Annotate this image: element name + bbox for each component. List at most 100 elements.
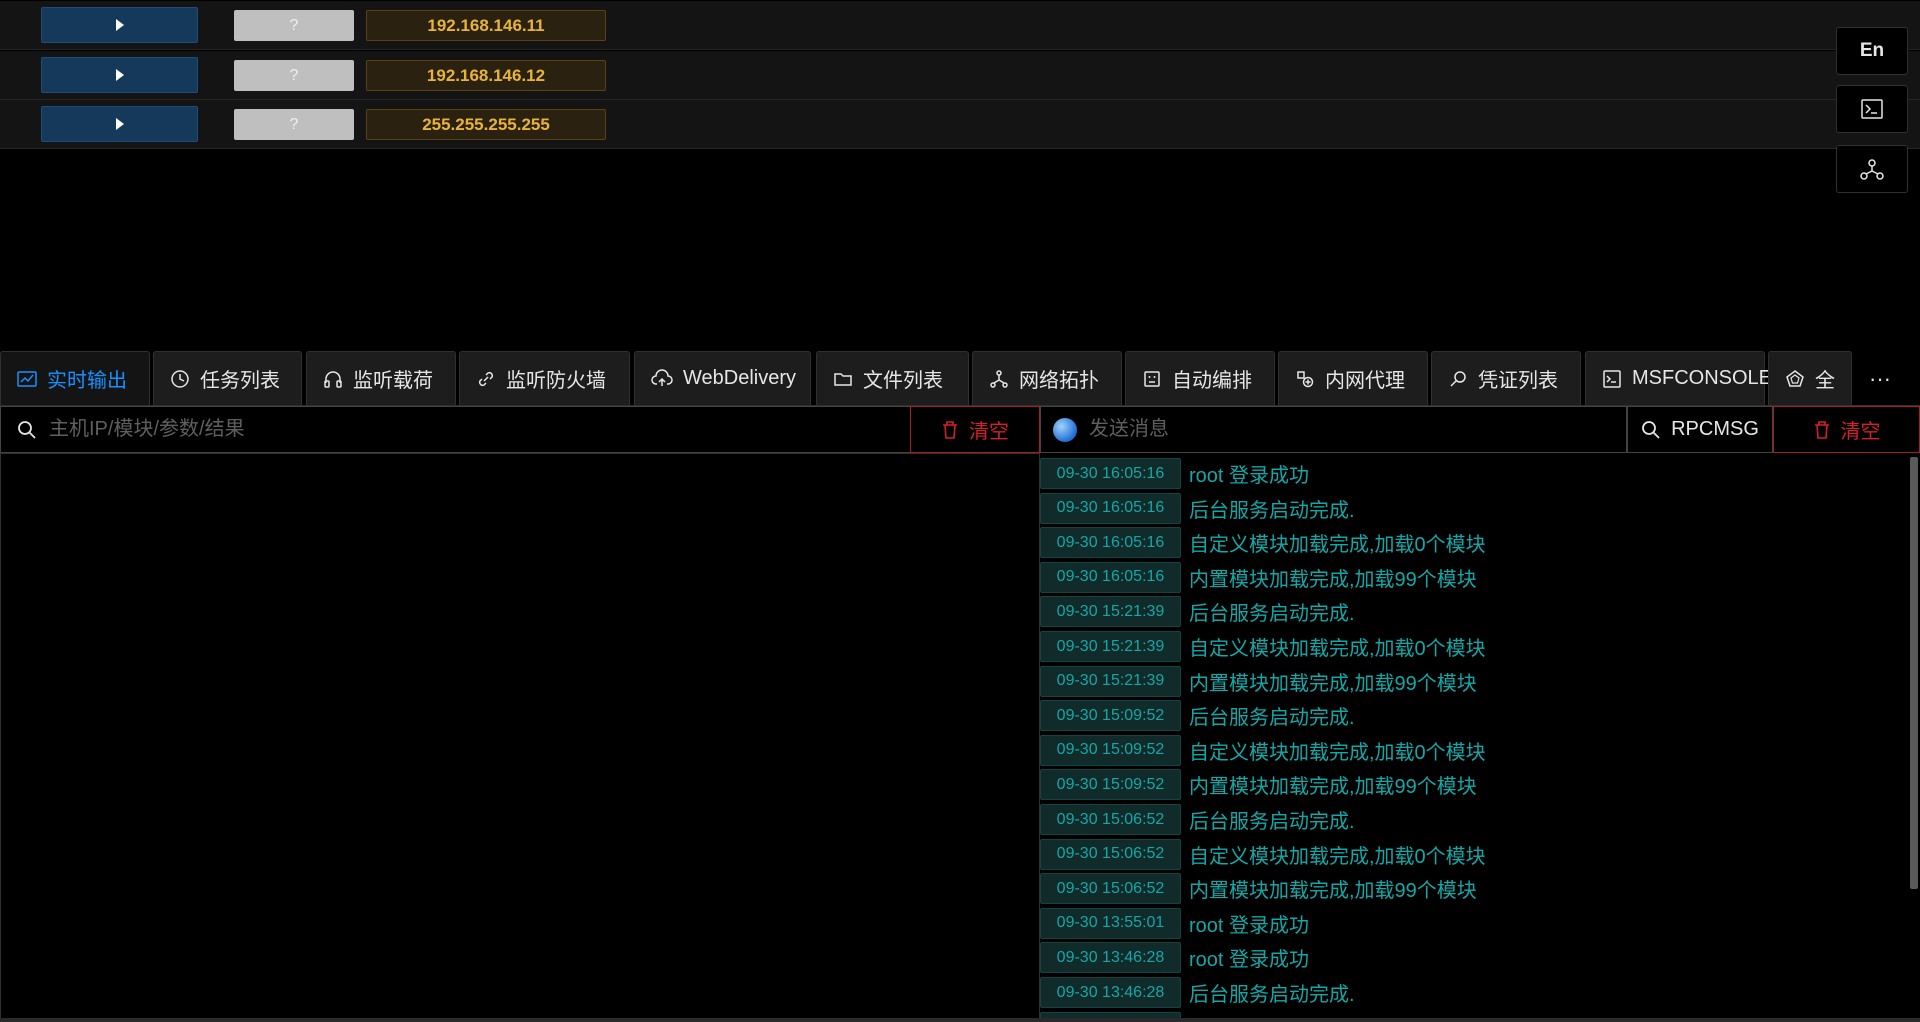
log-timestamp: 09-30 16:05:16 bbox=[1040, 492, 1181, 524]
tab-global[interactable]: 全 bbox=[1768, 351, 1852, 405]
tab-label: 实时输出 bbox=[47, 370, 127, 392]
log-timestamp: 09-30 15:06:52 bbox=[1040, 873, 1181, 905]
log-timestamp: 09-30 16:05:16 bbox=[1040, 561, 1181, 593]
caret-right-icon bbox=[115, 69, 124, 81]
log-message: 后台服务启动完成. bbox=[1189, 984, 1355, 1006]
more-tabs-button[interactable]: ··· bbox=[1855, 361, 1905, 397]
robot-icon bbox=[1144, 370, 1160, 387]
log-timestamp: 09-30 13:46:28 bbox=[1040, 942, 1181, 974]
tab-label: 文件列表 bbox=[863, 370, 943, 392]
clear-output-button[interactable]: 清空 bbox=[910, 406, 1040, 453]
search-icon bbox=[1642, 420, 1660, 439]
search-icon bbox=[18, 420, 36, 439]
message-input[interactable] bbox=[1087, 417, 1626, 442]
log-timestamp: 09-30 15:09:52 bbox=[1040, 734, 1181, 766]
log-message: 自定义模块加载完成,加载0个模块 bbox=[1189, 741, 1486, 764]
log-timestamp: 09-30 15:09:52 bbox=[1040, 769, 1181, 801]
tab-msfconsole[interactable]: MSFCONSOLE bbox=[1585, 351, 1772, 405]
log-timestamp: 09-30 15:06:52 bbox=[1040, 838, 1181, 870]
tab-credential-list[interactable]: 凭证列表 bbox=[1431, 351, 1581, 405]
log-timestamp: 09-30 15:21:39 bbox=[1040, 631, 1181, 662]
ip-tag[interactable]: 255.255.255.255 bbox=[366, 109, 606, 140]
tab-label: 监听防火墙 bbox=[506, 370, 606, 392]
tab-realtime-output[interactable]: 实时输出 bbox=[0, 351, 150, 405]
terminal-button[interactable] bbox=[1836, 85, 1908, 133]
expand-button[interactable] bbox=[41, 57, 198, 93]
log-entry: 09-30 15:21:39 自定义模块加载完成,加载0个模块 bbox=[1040, 630, 1486, 663]
log-entry: 09-30 15:06:52 后台服务启动完成. bbox=[1040, 803, 1355, 836]
os-tag: ? bbox=[234, 60, 354, 91]
log-message: 自定义模块加载完成,加载0个模块 bbox=[1189, 638, 1486, 660]
os-tag: ? bbox=[234, 109, 354, 140]
log-entry: 09-30 16:05:16 自定义模块加载完成,加载0个模块 bbox=[1040, 526, 1486, 559]
log-entry: 09-30 16:05:16 root 登录成功 bbox=[1040, 457, 1309, 490]
caret-right-icon bbox=[115, 118, 124, 130]
globe-icon bbox=[1053, 417, 1077, 442]
rpcmsg-button[interactable]: RPCMSG bbox=[1627, 406, 1773, 453]
message-log-scrollbar[interactable] bbox=[1910, 457, 1918, 889]
log-entry: 09-30 13:46:28 后台服务启动完成. bbox=[1040, 976, 1355, 1009]
log-message: root 登录成功 bbox=[1189, 914, 1310, 937]
tab-listener-firewall[interactable]: 监听防火墙 bbox=[459, 351, 630, 405]
log-timestamp: 09-30 15:21:39 bbox=[1040, 596, 1181, 628]
tab-auto-orchestration[interactable]: 自动编排 bbox=[1125, 351, 1275, 405]
log-message: 后台服务启动完成. bbox=[1189, 603, 1355, 626]
clock-icon bbox=[171, 369, 189, 388]
radar-icon bbox=[1786, 369, 1804, 387]
ip-tag[interactable]: 192.168.146.11 bbox=[366, 10, 606, 41]
tab-intranet-proxy[interactable]: 内网代理 bbox=[1278, 351, 1428, 405]
expand-button[interactable] bbox=[41, 7, 198, 43]
topology-button[interactable] bbox=[1836, 145, 1908, 193]
expand-button[interactable] bbox=[41, 106, 198, 142]
log-entry: 09-30 15:06:52 自定义模块加载完成,加载0个模块 bbox=[1040, 838, 1486, 871]
log-timestamp: 09-30 13:46:28 bbox=[1040, 977, 1181, 1008]
log-message: 自定义模块加载完成,加载0个模块 bbox=[1189, 534, 1486, 557]
tab-label: MSFCONSOLE bbox=[1632, 367, 1773, 389]
tab-file-list[interactable]: 文件列表 bbox=[816, 351, 969, 405]
key-icon bbox=[1450, 370, 1466, 387]
clear-label: 清空 bbox=[969, 421, 1009, 443]
log-entry: 09-30 15:09:52 自定义模块加载完成,加载0个模块 bbox=[1040, 734, 1486, 767]
topology-icon bbox=[1860, 159, 1884, 180]
trash-icon bbox=[1814, 420, 1829, 439]
log-entry: 09-30 15:21:39 内置模块加载完成,加载99个模块 bbox=[1040, 665, 1477, 698]
log-entry: 09-30 13:46:28 root 登录成功 bbox=[1040, 941, 1309, 974]
tab-network-topology[interactable]: 网络拓扑 bbox=[972, 351, 1122, 405]
bottom-divider bbox=[0, 1018, 1920, 1022]
log-message: root 登录成功 bbox=[1189, 465, 1310, 487]
log-entry: 09-30 16:05:16 后台服务启动完成. bbox=[1040, 492, 1355, 525]
language-toggle-button[interactable]: En bbox=[1836, 27, 1908, 75]
log-message: root 登录成功 bbox=[1189, 949, 1310, 972]
terminal-icon bbox=[1603, 369, 1621, 388]
log-entry: 09-30 15:09:52 后台服务启动完成. bbox=[1040, 699, 1355, 732]
log-message: 后台服务启动完成. bbox=[1189, 811, 1355, 833]
headphones-icon bbox=[324, 370, 342, 388]
tab-label: 内网代理 bbox=[1325, 370, 1405, 392]
tab-bar: 实时输出 任务列表 监听载荷 监听防火墙 WebDelivery 文件列表 网络… bbox=[0, 351, 1920, 406]
tab-listener-payload[interactable]: 监听载荷 bbox=[306, 351, 456, 405]
log-timestamp: 09-30 16:05:16 bbox=[1040, 458, 1181, 489]
log-entry: 09-30 15:21:39 后台服务启动完成. bbox=[1040, 595, 1355, 628]
clear-messages-button[interactable]: 清空 bbox=[1773, 406, 1920, 453]
tab-task-list[interactable]: 任务列表 bbox=[153, 351, 302, 405]
network-icon bbox=[990, 369, 1008, 388]
tab-label: 全 bbox=[1815, 370, 1835, 392]
host-row: ? 255.255.255.255 bbox=[0, 100, 1920, 149]
log-timestamp: 09-30 15:21:39 bbox=[1040, 665, 1181, 697]
realtime-output-area bbox=[0, 453, 1040, 1022]
host-search-box bbox=[0, 406, 910, 453]
log-timestamp: 09-30 13:55:01 bbox=[1040, 907, 1181, 939]
caret-right-icon bbox=[115, 19, 124, 31]
host-search-input[interactable] bbox=[47, 417, 847, 442]
tab-webdelivery[interactable]: WebDelivery bbox=[634, 351, 811, 405]
log-entry: 09-30 16:05:16 内置模块加载完成,加载99个模块 bbox=[1040, 561, 1477, 594]
tab-label: 凭证列表 bbox=[1478, 370, 1558, 392]
chart-icon bbox=[17, 370, 37, 387]
log-message: 内置模块加载完成,加载99个模块 bbox=[1189, 672, 1477, 695]
log-message: 内置模块加载完成,加载99个模块 bbox=[1189, 568, 1477, 591]
ip-tag[interactable]: 192.168.146.12 bbox=[366, 60, 606, 91]
link-icon bbox=[478, 371, 494, 386]
proxy-icon bbox=[1297, 370, 1314, 387]
os-tag: ? bbox=[234, 10, 354, 41]
terminal-icon bbox=[1861, 99, 1883, 119]
